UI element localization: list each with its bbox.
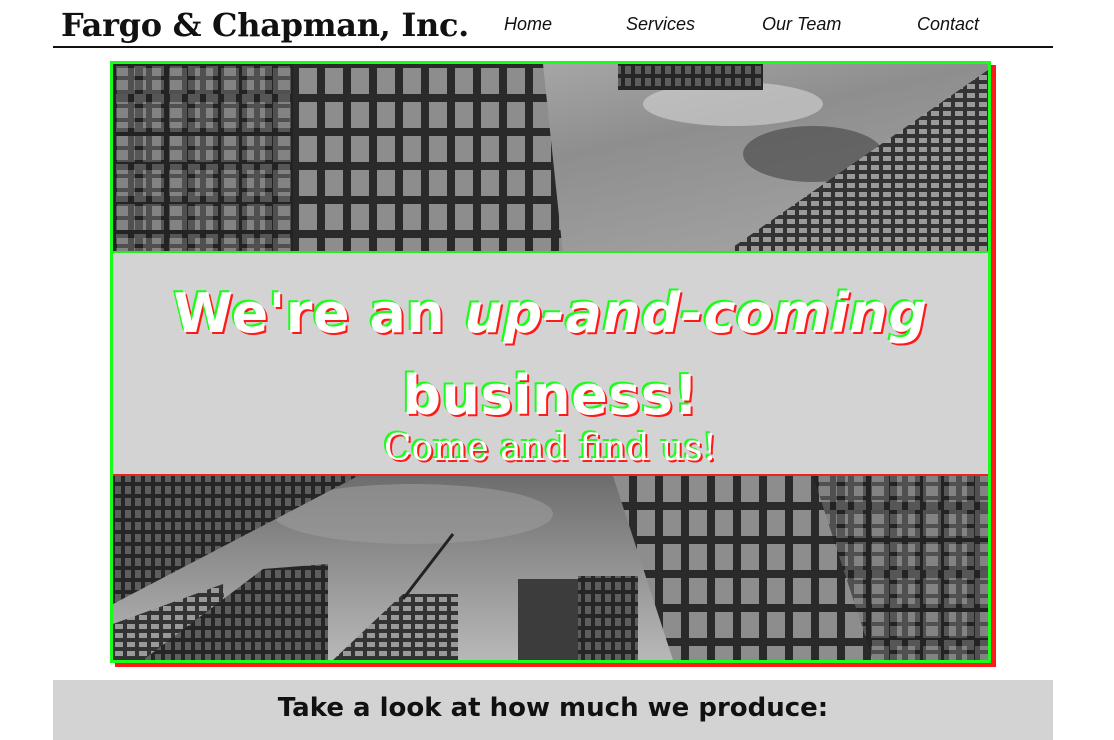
nav-link-our-team[interactable]: Our Team: [762, 12, 841, 36]
hero-inner: We're an up-and-coming business! Come an…: [113, 64, 988, 660]
hero-subline: Come and find us!: [383, 428, 718, 469]
nav-link-home[interactable]: Home: [504, 12, 552, 36]
hero-headline-band: We're an up-and-coming business! Come an…: [113, 251, 988, 476]
hero-headline-tail: business!: [402, 364, 699, 427]
hero-headline: We're an up-and-coming business!: [113, 273, 988, 437]
production-section: Take a look at how much we produce:: [53, 680, 1053, 740]
nav-link-contact[interactable]: Contact: [917, 12, 979, 36]
site-header: Fargo & Chapman, Inc. Home Services Our …: [53, 0, 1053, 48]
nav-link-services[interactable]: Services: [626, 12, 695, 36]
hero-banner: We're an up-and-coming business! Come an…: [110, 61, 991, 663]
production-heading: Take a look at how much we produce:: [277, 693, 829, 723]
hero-headline-emphasis: up-and-coming: [464, 282, 928, 345]
site-brand[interactable]: Fargo & Chapman, Inc.: [61, 3, 469, 47]
hero-headline-lead: We're an: [173, 282, 465, 345]
